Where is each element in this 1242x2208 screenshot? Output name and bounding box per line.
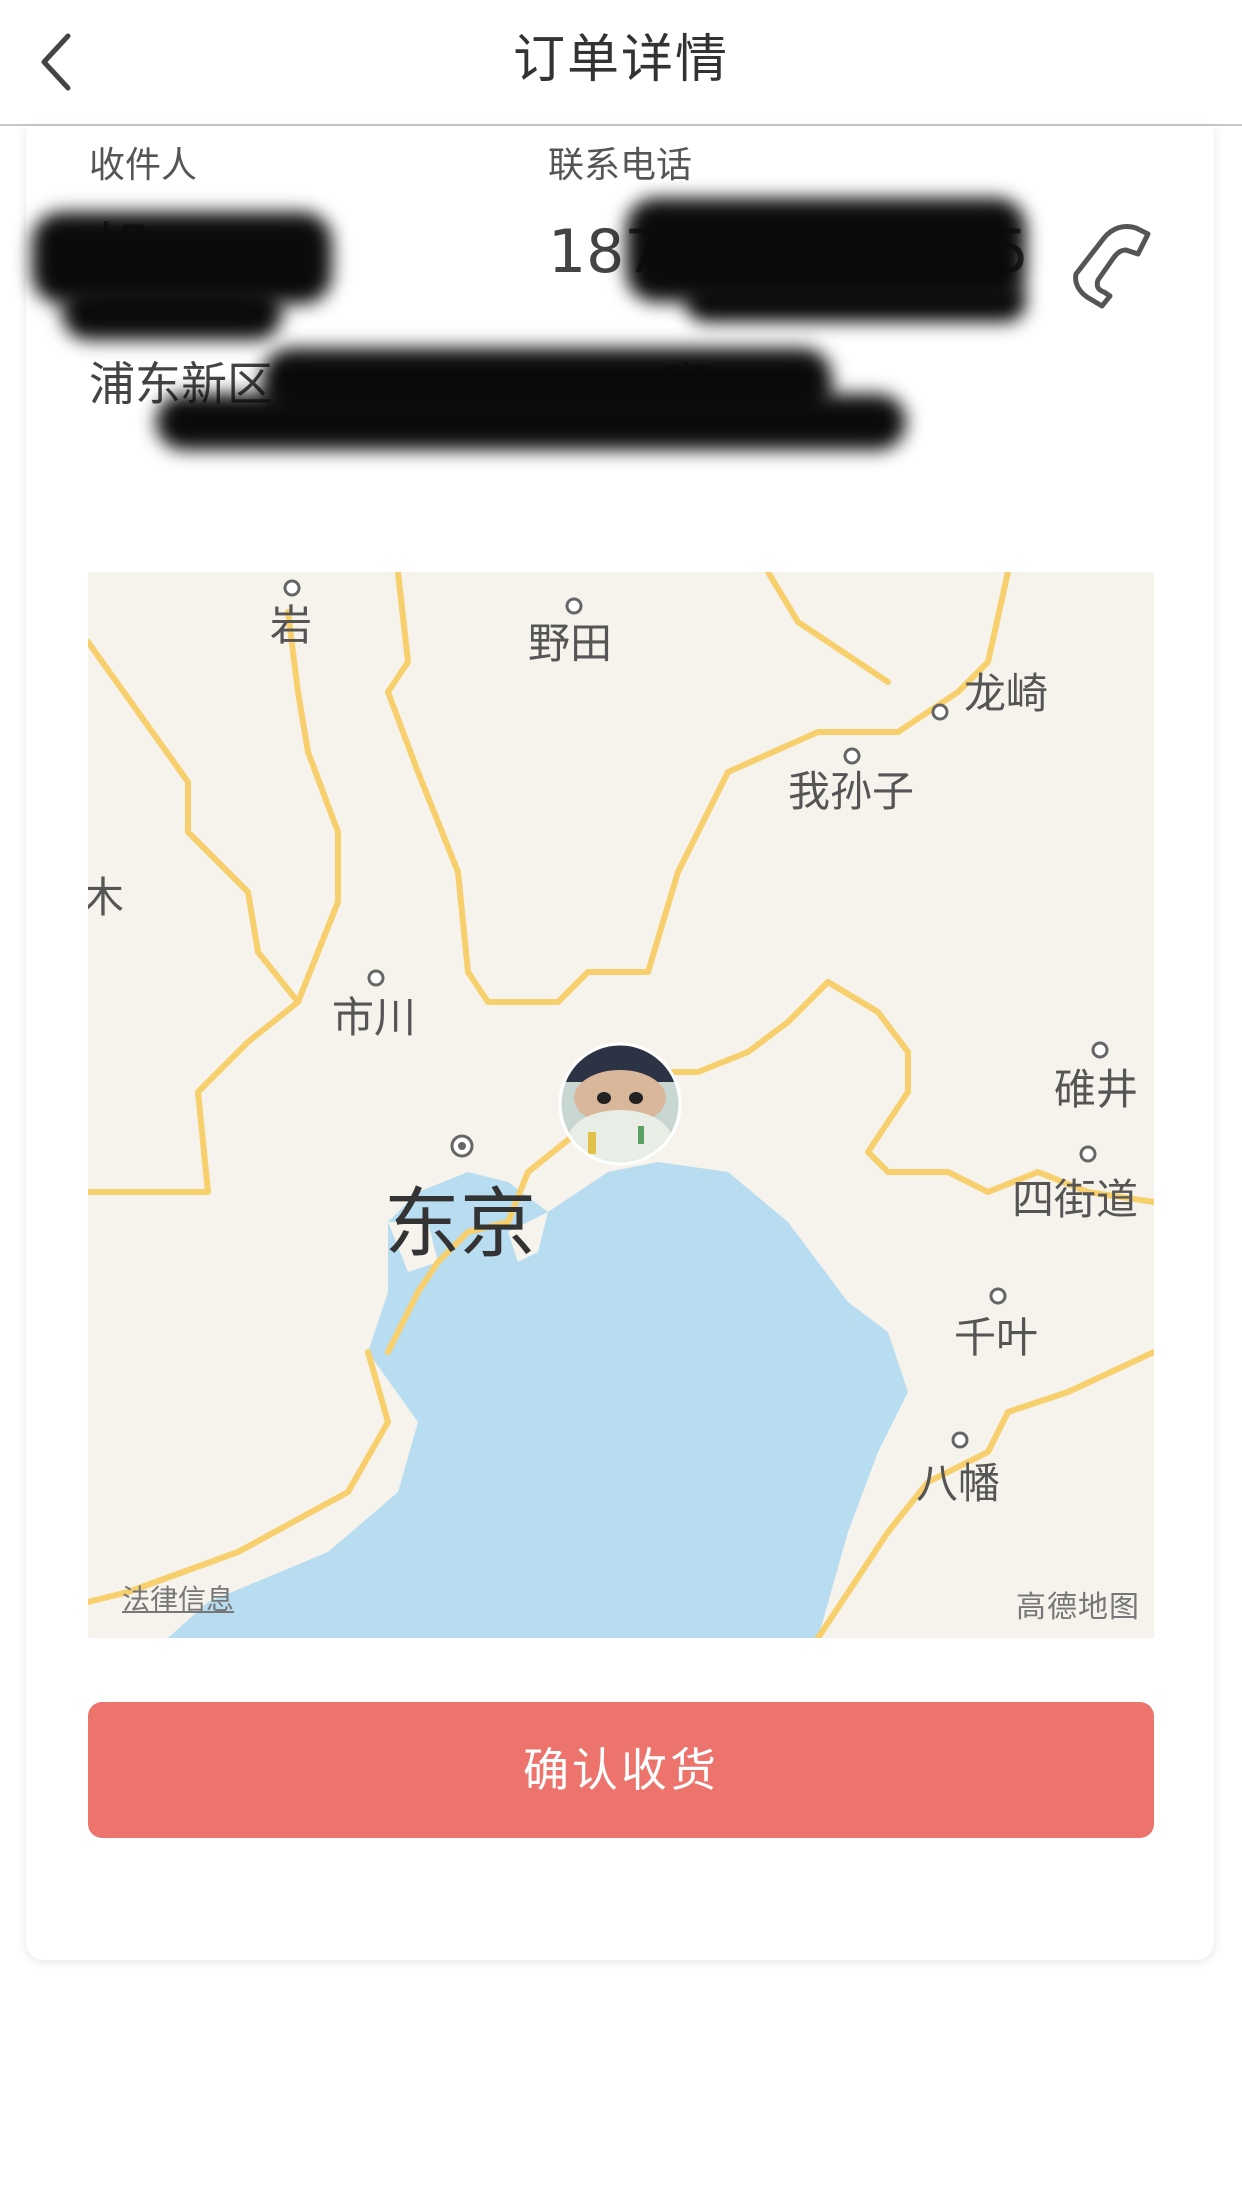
map-place-label: 龙崎 — [964, 669, 1049, 718]
map-place-label: 野田 — [528, 619, 613, 668]
map-place-label: 我孙子 — [788, 767, 915, 816]
map-place-label: 岩 — [270, 601, 313, 650]
map-place-label: 木 — [88, 873, 125, 922]
location-avatar-marker[interactable] — [558, 1042, 682, 1166]
map-legal-link[interactable]: 法律信息 — [122, 1578, 234, 1618]
map-place-label: 八幡 — [916, 1459, 1001, 1508]
map-city-label: 东京 — [384, 1179, 536, 1268]
map-place-label: 四街道 — [1012, 1175, 1139, 1224]
page-title: 订单详情 — [512, 30, 729, 90]
confirm-receipt-button[interactable]: 确认收货 — [88, 1702, 1154, 1838]
phone-label: 联系电话 — [548, 145, 693, 186]
phone-handset-icon[interactable] — [1062, 214, 1162, 314]
redaction-mark — [62, 286, 282, 340]
map-place-label: 碓井 — [1054, 1065, 1139, 1114]
map-provider-logo: 高德地图 — [1016, 1590, 1140, 1625]
map-place-label: 千叶 — [954, 1313, 1039, 1362]
recipient-name-label: 收件人 — [89, 145, 198, 186]
map-place-label: 市川 — [332, 993, 417, 1042]
delivery-map[interactable]: 岩 野田 龙崎 我孙子 木 市川 碓井 东京 四街道 千叶 八幡 法律信息 高德… — [88, 572, 1154, 1638]
navigation-bar: 订单详情 — [0, 0, 1242, 126]
order-card: 收件人 联系电话 胡 18755 浦东新区室 — [26, 126, 1214, 1960]
redaction-mark — [686, 282, 1026, 322]
redaction-mark — [156, 394, 906, 450]
